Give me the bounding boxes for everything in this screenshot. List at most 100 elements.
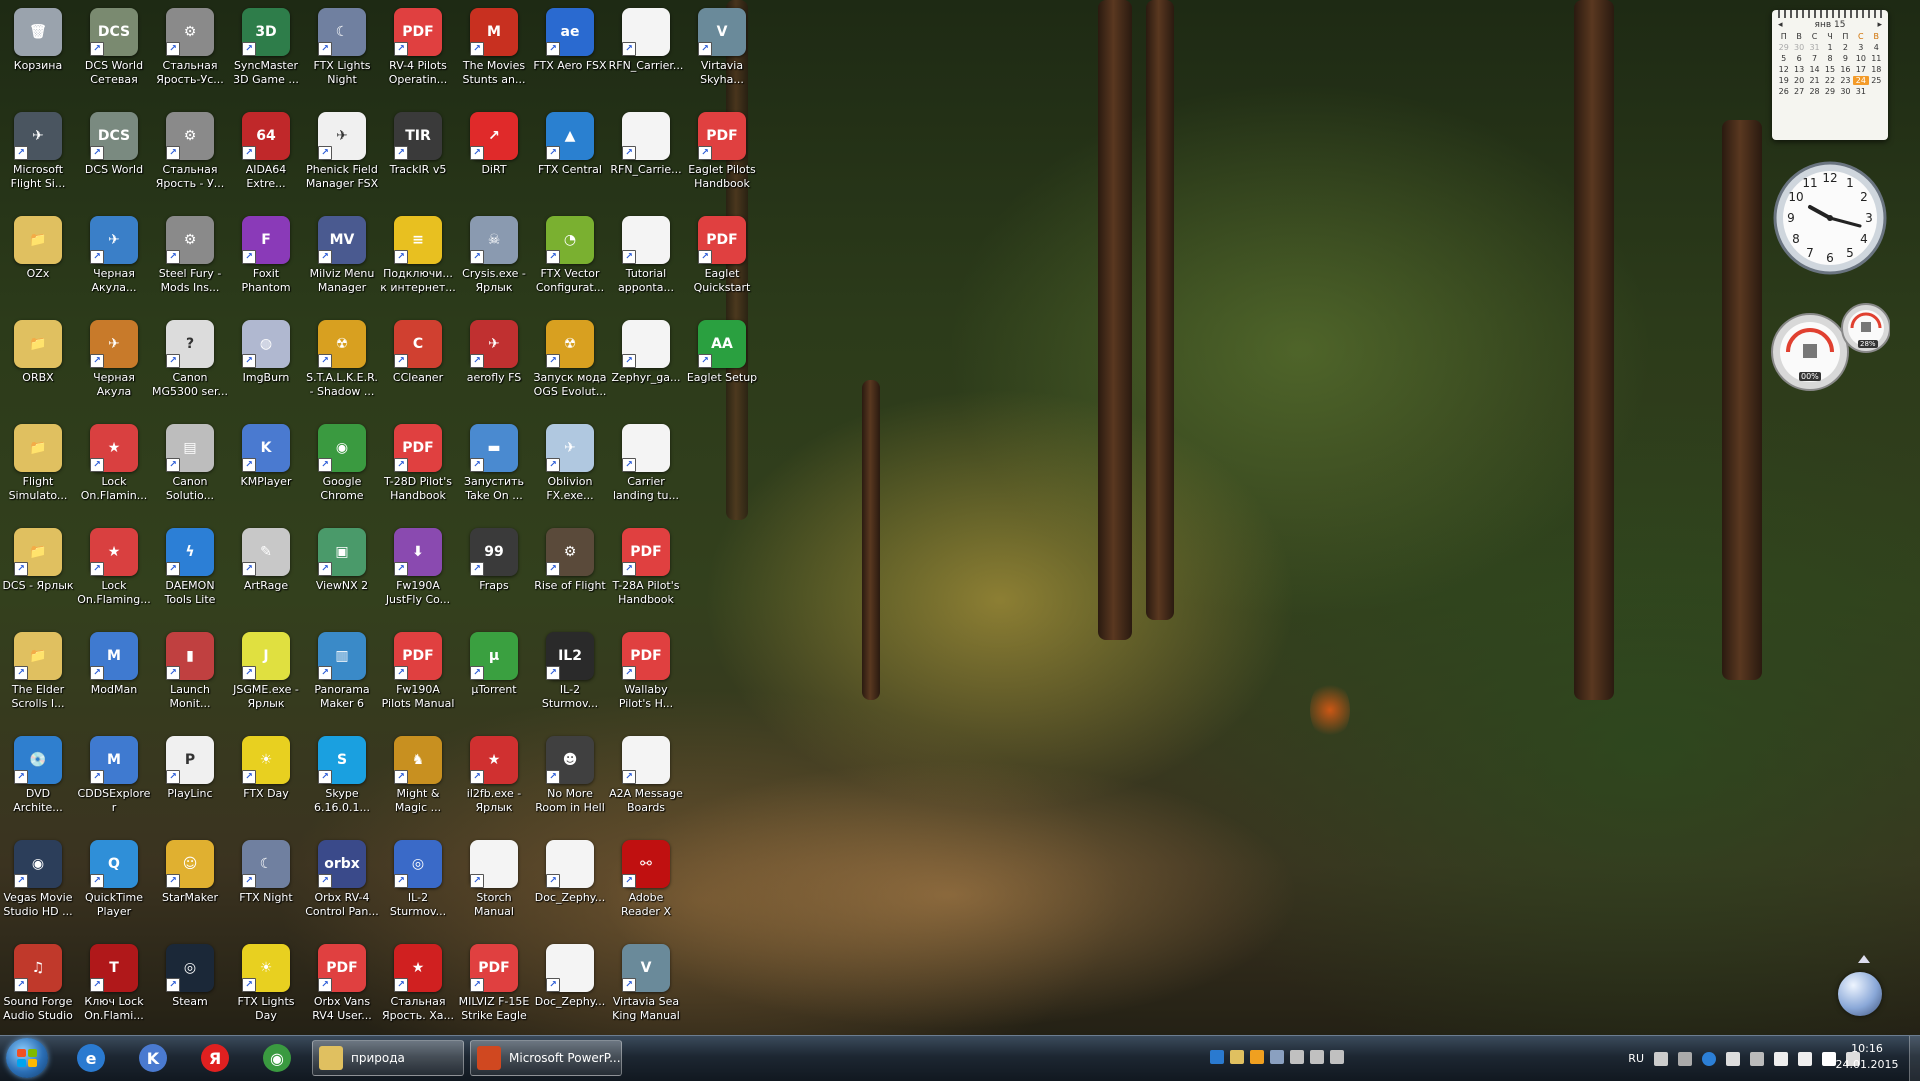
desktop-icon[interactable]: 📁 OZx — [0, 210, 76, 314]
calendar-day[interactable]: 27 — [1791, 87, 1806, 96]
desktop-icon[interactable]: ✈ ↗ Oblivion FX.exe... — [532, 418, 608, 522]
desktop-icon[interactable]: ☢ ↗ Запуск мода OGS Evolut... — [532, 314, 608, 418]
gadget-sidebar-arrow-icon[interactable] — [1858, 955, 1870, 963]
desktop-icon[interactable]: 64 ↗ AIDA64 Extre... — [228, 106, 304, 210]
calendar-day[interactable]: 26 — [1776, 87, 1791, 96]
network-quick-icon[interactable] — [1270, 1050, 1284, 1064]
desktop-icon[interactable]: PDF ↗ T-28D Pilot's Handbook — [380, 418, 456, 522]
desktop-icon[interactable]: ◉ ↗ Vegas Movie Studio HD ... — [0, 834, 76, 938]
desktop-icon[interactable]: ↗ ↗ DiRT — [456, 106, 532, 210]
desktop-icon[interactable]: ☾ ↗ FTX Lights Night — [304, 2, 380, 106]
desktop-icon[interactable]: ↗ RFN_Carrier... — [608, 2, 684, 106]
calendar-day[interactable]: 30 — [1838, 87, 1853, 96]
desktop-icon[interactable]: PDF ↗ Orbx Vans RV4 User... — [304, 938, 380, 1042]
taskbar-window-button[interactable]: Microsoft PowerP... — [470, 1040, 622, 1076]
desktop-icon[interactable]: PDF ↗ Fw190A Pilots Manual — [380, 626, 456, 730]
calendar-day[interactable]: 10 — [1853, 54, 1868, 63]
calendar-day[interactable]: 11 — [1869, 54, 1884, 63]
drive-quick-icon-3[interactable] — [1330, 1050, 1344, 1064]
calendar-day[interactable]: 25 — [1869, 76, 1884, 85]
calendar-day[interactable]: 16 — [1838, 65, 1853, 74]
desktop-icon[interactable]: M ↗ The Movies Stunts an... — [456, 2, 532, 106]
desktop-icon[interactable]: ≡ ↗ Подключи... к интернет... — [380, 210, 456, 314]
calendar-day[interactable]: 21 — [1807, 76, 1822, 85]
desktop-icon[interactable]: ✈ ↗ Phenick Field Manager FSX — [304, 106, 380, 210]
calendar-day[interactable]: 23 — [1838, 76, 1853, 85]
desktop-icon[interactable]: 📁 Flight Simulato... — [0, 418, 76, 522]
desktop-icon[interactable]: ◉ ↗ Google Chrome — [304, 418, 380, 522]
desktop-icon[interactable]: DCS↗DCS World Сетевая игра — [76, 2, 152, 106]
desktop-icon[interactable]: orbx ↗ Orbx RV-4 Control Pan... — [304, 834, 380, 938]
calendar-day[interactable]: 13 — [1791, 65, 1806, 74]
desktop-icon[interactable]: ↗ Doc_Zephy... — [532, 834, 608, 938]
calendar-day[interactable]: 31 — [1853, 87, 1868, 96]
desktop-icon[interactable]: ☀ ↗ FTX Lights Day — [228, 938, 304, 1042]
wifi-tray-icon[interactable] — [1726, 1051, 1740, 1066]
calendar-day[interactable]: 9 — [1838, 54, 1853, 63]
calendar-day[interactable]: 14 — [1807, 65, 1822, 74]
desktop-icon[interactable]: ✈ ↗ Microsoft Flight Si... — [0, 106, 76, 210]
desktop-icon[interactable]: ◎ ↗ IL-2 Sturmov... — [380, 834, 456, 938]
desktop-icon[interactable]: C ↗ CCleaner — [380, 314, 456, 418]
desktop-icon[interactable]: ♫ ↗ Sound Forge Audio Studio — [0, 938, 76, 1042]
calendar-day[interactable]: 17 — [1853, 65, 1868, 74]
desktop-icon[interactable]: ★ ↗ Стальная Ярость. Ха... — [380, 938, 456, 1042]
device-tray-icon[interactable] — [1678, 1051, 1692, 1066]
calendar-day[interactable]: 20 — [1791, 76, 1806, 85]
pinned-app-button[interactable]: K — [126, 1039, 180, 1077]
calendar-day[interactable]: 3 — [1853, 43, 1868, 52]
pinned-app-button[interactable]: Я — [188, 1039, 242, 1077]
desktop-icon[interactable]: J ↗ JSGME.exe - Ярлык — [228, 626, 304, 730]
calendar-day[interactable]: 22 — [1822, 76, 1837, 85]
desktop-icon[interactable]: 3D ↗ SyncMaster 3D Game ... — [228, 2, 304, 106]
desktop-icon[interactable]: V ↗ Virtavia Skyha... — [684, 2, 760, 106]
calendar-day[interactable]: 15 — [1822, 65, 1837, 74]
calendar-day[interactable] — [1869, 87, 1884, 96]
calendar-day[interactable]: 1 — [1822, 43, 1837, 52]
calendar-day[interactable]: 29 — [1776, 43, 1791, 52]
desktop-icon[interactable]: ⬇ ↗ Fw190A JustFly Co... — [380, 522, 456, 626]
desktop-icon[interactable]: S ↗ Skype 6.16.0.1... — [304, 730, 380, 834]
calendar-day[interactable]: 5 — [1776, 54, 1791, 63]
desktop-icon[interactable]: ae ↗ FTX Aero FSX — [532, 2, 608, 106]
desktop-icon[interactable]: M ↗ CDDSExplorer — [76, 730, 152, 834]
pinned-app-button[interactable]: e — [64, 1039, 118, 1077]
clock-gadget[interactable]: 12 1 2 345 678 9 10 11 — [1772, 160, 1888, 280]
desktop-icon[interactable]: ⚙ ↗ Стальная Ярость - У... — [152, 106, 228, 210]
desktop-icon[interactable]: ✈ ↗ Черная Акула — [76, 314, 152, 418]
calendar-prev-icon[interactable]: ◂ — [1778, 20, 1783, 30]
desktop-icon[interactable]: PDF ↗ Eaglet Quickstart — [684, 210, 760, 314]
calendar-day[interactable]: 7 — [1807, 54, 1822, 63]
calendar-day[interactable]: 6 — [1791, 54, 1806, 63]
desktop-icon[interactable]: IL2 ↗ IL-2 Sturmov... — [532, 626, 608, 730]
taskbar-window-button[interactable]: природа — [312, 1040, 464, 1076]
desktop-icon[interactable]: ☢ ↗ S.T.A.L.K.E.R. - Shadow ... — [304, 314, 380, 418]
calendar-day[interactable]: 8 — [1822, 54, 1837, 63]
calendar-day[interactable]: 4 — [1869, 43, 1884, 52]
desktop-icon[interactable]: Q ↗ QuickTime Player — [76, 834, 152, 938]
flag-tray-icon[interactable] — [1774, 1051, 1788, 1066]
desktop-icon[interactable]: AA ↗ Eaglet Setup — [684, 314, 760, 418]
desktop-icon[interactable]: PDF ↗ Wallaby Pilot's H... — [608, 626, 684, 730]
calendar-day[interactable]: 30 — [1791, 43, 1806, 52]
calendar-day[interactable]: 24 — [1853, 76, 1869, 85]
desktop-icon[interactable]: ⚙ ↗ Rise of Flight — [532, 522, 608, 626]
desktop-icon[interactable]: PDF ↗ T-28A Pilot's Handbook — [608, 522, 684, 626]
desktop-icon[interactable]: PDF ↗ RV-4 Pilots Operatin... — [380, 2, 456, 106]
drive-quick-icon-2[interactable] — [1310, 1050, 1324, 1064]
desktop-icon[interactable]: K ↗ KMPlayer — [228, 418, 304, 522]
pinned-app-button[interactable]: ◉ — [250, 1039, 304, 1077]
desktop-icon[interactable]: ♞ ↗ Might & Magic ... — [380, 730, 456, 834]
desktop-icon[interactable]: TIR ↗ TrackIR v5 — [380, 106, 456, 210]
calendar-next-icon[interactable]: ▸ — [1877, 20, 1882, 30]
desktop-icon[interactable]: ☀ ↗ FTX Day — [228, 730, 304, 834]
desktop-icon[interactable]: ◎ ↗ Steam — [152, 938, 228, 1042]
desktop-icon[interactable]: ★ ↗ il2fb.exe - Ярлык — [456, 730, 532, 834]
calendar-day[interactable]: 31 — [1807, 43, 1822, 52]
desktop-icon[interactable]: ↗ A2A Message Boards — [608, 730, 684, 834]
desktop-icon[interactable]: ★ ↗ Lock On.Flaming... — [76, 522, 152, 626]
desktop-icon[interactable]: ⚙ ↗ Стальная Ярость-Ус... — [152, 2, 228, 106]
desktop-icon[interactable]: ▣ ↗ ViewNX 2 — [304, 522, 380, 626]
drive-quick-icon-1[interactable] — [1290, 1050, 1304, 1064]
start-button[interactable] — [6, 1038, 48, 1078]
